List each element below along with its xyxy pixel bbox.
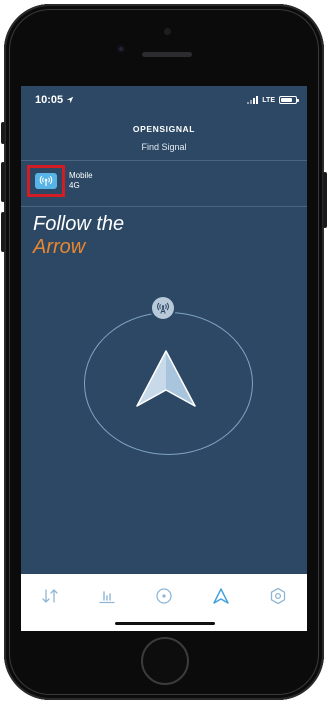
map-pin-icon[interactable] xyxy=(154,587,174,605)
tab-find-signal[interactable] xyxy=(206,586,236,606)
tab-map[interactable] xyxy=(149,586,179,606)
network-labels: Mobile 4G xyxy=(69,171,93,191)
tab-stats[interactable] xyxy=(92,586,122,606)
tab-speed-test[interactable] xyxy=(35,586,65,606)
power-button xyxy=(323,172,327,228)
signal-tower-icon xyxy=(157,302,169,314)
page-title: Find Signal xyxy=(141,142,187,152)
headline-line2: Arrow xyxy=(33,236,86,258)
battery-icon xyxy=(279,96,299,104)
battery-fill xyxy=(281,98,293,102)
status-time: 10:05 xyxy=(35,94,74,106)
settings-hexagon-icon[interactable] xyxy=(268,587,288,605)
direction-arrow-icon xyxy=(136,350,196,407)
network-type-label: LTE xyxy=(262,96,275,104)
arrow-navigation-icon[interactable] xyxy=(211,587,231,605)
speed-test-icon[interactable] xyxy=(40,588,60,604)
headline: Follow the Arrow xyxy=(33,213,124,259)
earpiece-speaker xyxy=(142,52,192,57)
tab-settings[interactable] xyxy=(263,586,293,606)
status-bar: 10:05 LTE xyxy=(21,86,307,114)
home-indicator[interactable] xyxy=(115,622,215,625)
stats-icon[interactable] xyxy=(97,588,117,604)
headline-line1: Follow the xyxy=(33,213,125,235)
network-divider xyxy=(21,206,307,207)
home-button[interactable] xyxy=(141,637,189,685)
silent-switch xyxy=(1,122,5,144)
front-camera xyxy=(117,45,125,53)
signal-bars-icon xyxy=(247,96,259,104)
network-type: Mobile xyxy=(69,171,93,180)
status-indicators: LTE xyxy=(247,96,299,104)
network-type-selector[interactable]: Mobile 4G xyxy=(27,165,227,197)
tower-direction-badge xyxy=(152,297,174,319)
app-screen: 10:05 LTE OPENSIGNAL Find Signal Mobile … xyxy=(21,86,307,631)
brand-logo-text: OPENSIGNAL xyxy=(132,124,196,134)
cell-tower-icon[interactable] xyxy=(35,173,57,189)
network-icon-highlight[interactable] xyxy=(27,165,65,197)
network-generation: 4G xyxy=(69,181,80,190)
header-divider xyxy=(21,160,307,161)
sensor-dot xyxy=(164,28,171,35)
location-arrow-icon xyxy=(66,96,74,104)
status-time-text: 10:05 xyxy=(35,94,64,106)
volume-down-button xyxy=(1,212,5,252)
volume-up-button xyxy=(1,162,5,202)
